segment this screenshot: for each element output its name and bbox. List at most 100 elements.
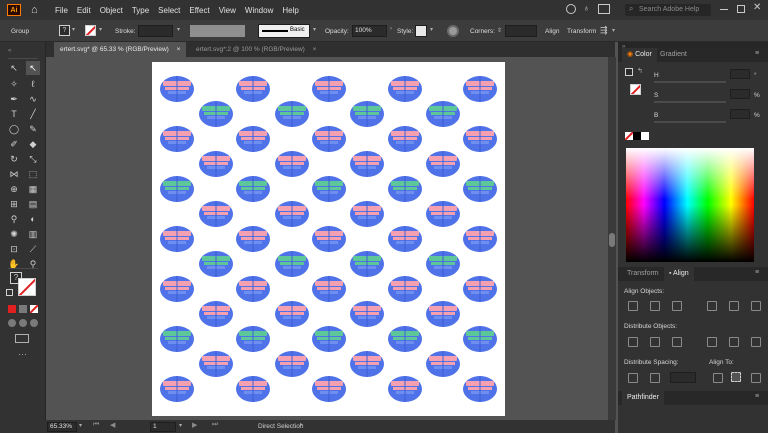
swap-colors-icon[interactable]: ↰ bbox=[637, 67, 643, 75]
stroke-weight-dropdown-icon[interactable]: ▾ bbox=[177, 26, 180, 33]
align-to-selection-icon[interactable] bbox=[713, 373, 723, 383]
fill-swatch[interactable]: ? bbox=[59, 25, 70, 36]
pattern-motif-pink[interactable] bbox=[311, 75, 347, 103]
draw-normal-icon[interactable] bbox=[8, 319, 16, 327]
vertical-align-top-icon[interactable] bbox=[707, 301, 717, 311]
selection-tool-icon[interactable]: ↖ bbox=[8, 62, 20, 74]
pattern-motif-pink[interactable] bbox=[274, 300, 310, 328]
default-colors-icon[interactable] bbox=[6, 289, 13, 296]
gradient-mode-icon[interactable] bbox=[19, 305, 27, 313]
pattern-motif-green[interactable] bbox=[349, 250, 385, 278]
eyedropper-tool-icon[interactable]: ⚲ bbox=[8, 213, 20, 225]
pattern-motif-pink[interactable] bbox=[159, 375, 195, 403]
color-panel-menu-icon[interactable]: ≡ bbox=[755, 50, 759, 57]
tab-align[interactable]: ▪ Align bbox=[664, 267, 694, 281]
hue-slider[interactable] bbox=[654, 81, 726, 83]
lasso-tool-icon[interactable]: ℓ bbox=[27, 78, 39, 90]
menu-effect[interactable]: Effect bbox=[189, 6, 209, 15]
isolate-dropdown-icon[interactable]: ▾ bbox=[612, 27, 615, 34]
edit-toolbar-icon[interactable]: ··· bbox=[18, 350, 27, 359]
pattern-motif-green[interactable] bbox=[198, 100, 234, 128]
recolor-artwork-icon[interactable] bbox=[447, 25, 459, 37]
arrange-documents-icon[interactable] bbox=[598, 4, 610, 14]
brightness-slider[interactable] bbox=[654, 121, 726, 123]
pattern-motif-pink[interactable] bbox=[462, 75, 498, 103]
stroke-color-swatch[interactable] bbox=[18, 278, 36, 296]
align-to-artboard-icon[interactable] bbox=[751, 373, 761, 383]
shaper-tool-icon[interactable]: ✐ bbox=[8, 138, 20, 150]
stroke-dropdown-icon[interactable]: ▾ bbox=[99, 26, 102, 33]
pattern-motif-green[interactable] bbox=[349, 100, 385, 128]
corners-field[interactable] bbox=[505, 25, 537, 37]
menu-window[interactable]: Window bbox=[245, 6, 273, 15]
eraser-tool-icon[interactable]: ◆ bbox=[27, 138, 39, 150]
free-transform-tool-icon[interactable]: ⬚ bbox=[27, 168, 39, 180]
pattern-motif-pink[interactable] bbox=[349, 200, 385, 228]
pattern-motif-pink[interactable] bbox=[387, 125, 423, 153]
scale-tool-icon[interactable]: ⤡ bbox=[27, 153, 39, 165]
search-input[interactable]: Search Adobe Help bbox=[625, 4, 711, 16]
vertical-align-bottom-icon[interactable] bbox=[751, 301, 761, 311]
pattern-motif-pink[interactable] bbox=[274, 200, 310, 228]
close-tab-icon[interactable]: × bbox=[177, 46, 181, 53]
vertical-distribute-bottom-icon[interactable] bbox=[672, 337, 682, 347]
hue-field[interactable] bbox=[730, 69, 750, 79]
horizontal-align-right-icon[interactable] bbox=[672, 301, 682, 311]
pattern-motif-pink[interactable] bbox=[349, 350, 385, 378]
pattern-motif-green[interactable] bbox=[235, 175, 271, 203]
vertical-distribute-top-icon[interactable] bbox=[628, 337, 638, 347]
white-swatch[interactable] bbox=[641, 132, 649, 140]
stroke-swatch[interactable] bbox=[85, 25, 96, 36]
first-artboard-icon[interactable]: ⏮ bbox=[93, 421, 99, 429]
pattern-motif-pink[interactable] bbox=[462, 225, 498, 253]
horizontal-distribute-center-icon[interactable] bbox=[729, 337, 739, 347]
magic-wand-tool-icon[interactable]: ✧ bbox=[8, 78, 20, 90]
pattern-motif-pink[interactable] bbox=[349, 300, 385, 328]
horizontal-distribute-right-icon[interactable] bbox=[751, 337, 761, 347]
pattern-motif-pink[interactable] bbox=[198, 150, 234, 178]
pattern-motif-pink[interactable] bbox=[387, 275, 423, 303]
none-color-swatch[interactable] bbox=[625, 132, 633, 140]
menu-type[interactable]: Type bbox=[132, 6, 149, 15]
pattern-motif-pink[interactable] bbox=[235, 275, 271, 303]
pattern-motif-pink[interactable] bbox=[235, 225, 271, 253]
mesh-tool-icon[interactable]: ⊞ bbox=[8, 198, 20, 210]
pathfinder-panel-menu-icon[interactable]: ≡ bbox=[755, 393, 759, 400]
close-window-icon[interactable]: ✕ bbox=[753, 3, 761, 13]
pattern-motif-pink[interactable] bbox=[387, 225, 423, 253]
pattern-motif-pink[interactable] bbox=[311, 275, 347, 303]
artboard-tool-icon[interactable]: ⊡ bbox=[8, 243, 20, 255]
vertical-scroll-thumb[interactable] bbox=[609, 233, 615, 247]
artboard[interactable] bbox=[152, 62, 505, 416]
color-spectrum[interactable] bbox=[626, 148, 754, 262]
pattern-motif-pink[interactable] bbox=[198, 350, 234, 378]
horizontal-distribute-space-icon[interactable] bbox=[650, 373, 660, 383]
artboard-dropdown-icon[interactable]: ▾ bbox=[179, 422, 182, 429]
pattern-motif-pink[interactable] bbox=[349, 150, 385, 178]
distribute-spacing-field[interactable] bbox=[670, 372, 696, 383]
tab-transform[interactable]: Transform bbox=[622, 267, 664, 281]
pattern-motif-green[interactable] bbox=[425, 250, 461, 278]
saturation-slider[interactable] bbox=[654, 101, 726, 103]
line-segment-tool-icon[interactable]: ╱ bbox=[27, 108, 39, 120]
gradient-tool-icon[interactable]: ▤ bbox=[27, 198, 39, 210]
transform-link[interactable]: Transform bbox=[567, 28, 596, 35]
pattern-motif-pink[interactable] bbox=[387, 75, 423, 103]
style-dropdown-icon[interactable]: ▾ bbox=[430, 26, 433, 33]
menu-select[interactable]: Select bbox=[158, 6, 180, 15]
pattern-motif-pink[interactable] bbox=[425, 300, 461, 328]
pattern-motif-pink[interactable] bbox=[311, 375, 347, 403]
pattern-motif-pink[interactable] bbox=[311, 125, 347, 153]
align-to-key-object-icon[interactable] bbox=[731, 372, 741, 382]
pattern-motif-green[interactable] bbox=[198, 250, 234, 278]
rotate-tool-icon[interactable]: ↻ bbox=[8, 153, 20, 165]
column-graph-tool-icon[interactable]: ▥ bbox=[27, 228, 39, 240]
direct-selection-tool-icon[interactable]: ↖ bbox=[26, 61, 40, 75]
pattern-motif-green[interactable] bbox=[425, 100, 461, 128]
vertical-distribute-center-icon[interactable] bbox=[650, 337, 660, 347]
symbol-sprayer-tool-icon[interactable]: ✺ bbox=[8, 228, 20, 240]
pattern-motif-green[interactable] bbox=[311, 325, 347, 353]
menu-object[interactable]: Object bbox=[100, 6, 123, 15]
pattern-motif-pink[interactable] bbox=[462, 275, 498, 303]
ellipse-tool-icon[interactable]: ◯ bbox=[8, 123, 20, 135]
